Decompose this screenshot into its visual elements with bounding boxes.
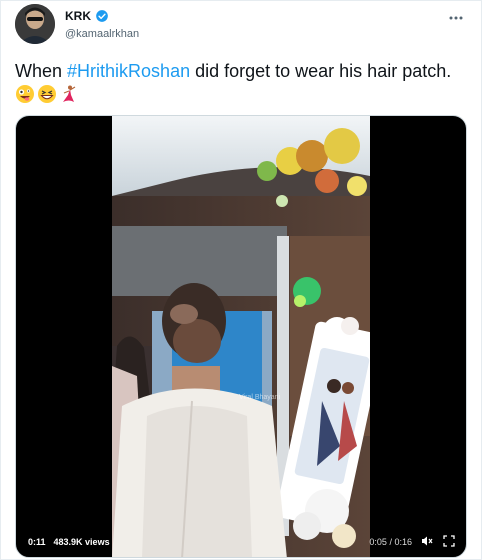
- more-options-icon[interactable]: [447, 9, 465, 27]
- elapsed-time: 0:11: [28, 537, 46, 547]
- display-name[interactable]: KRK: [65, 9, 91, 23]
- zany-face-emoji: [15, 84, 35, 104]
- playback-time: 0:05 / 0:16: [369, 537, 412, 547]
- avatar[interactable]: [15, 4, 55, 44]
- tweet-card[interactable]: KRK @kamaalrkhan When #HrithikRoshan did…: [0, 0, 482, 560]
- playback-position: 0:05: [369, 537, 387, 547]
- video-controls: 0:11 483.9K views 0:05 / 0:16: [16, 527, 466, 557]
- verified-badge-icon: [95, 9, 109, 23]
- fullscreen-icon[interactable]: [442, 534, 456, 550]
- video-player[interactable]: Viral Bhayani 0:11 483.9K views 0:05 / 0…: [15, 115, 467, 558]
- tweet-text-after: did forget to wear his hair patch.: [190, 61, 452, 81]
- user-handle[interactable]: @kamaalrkhan: [65, 28, 139, 40]
- dancer-emoji: [59, 84, 79, 104]
- time-separator: /: [389, 537, 392, 547]
- emoji-row: [15, 84, 79, 104]
- mute-icon[interactable]: [420, 535, 434, 550]
- grinning-squint-emoji: [37, 84, 57, 104]
- tweet-text-before: When: [15, 61, 68, 81]
- video-frame[interactable]: Viral Bhayani: [112, 116, 370, 557]
- view-count: 483.9K views: [53, 537, 110, 547]
- hashtag-link[interactable]: #HrithikRoshan: [67, 61, 190, 81]
- playback-total: 0:16: [394, 537, 412, 547]
- tweet-text: When #HrithikRoshan did forget to wear h…: [15, 59, 475, 83]
- video-watermark: Viral Bhayani: [239, 394, 281, 401]
